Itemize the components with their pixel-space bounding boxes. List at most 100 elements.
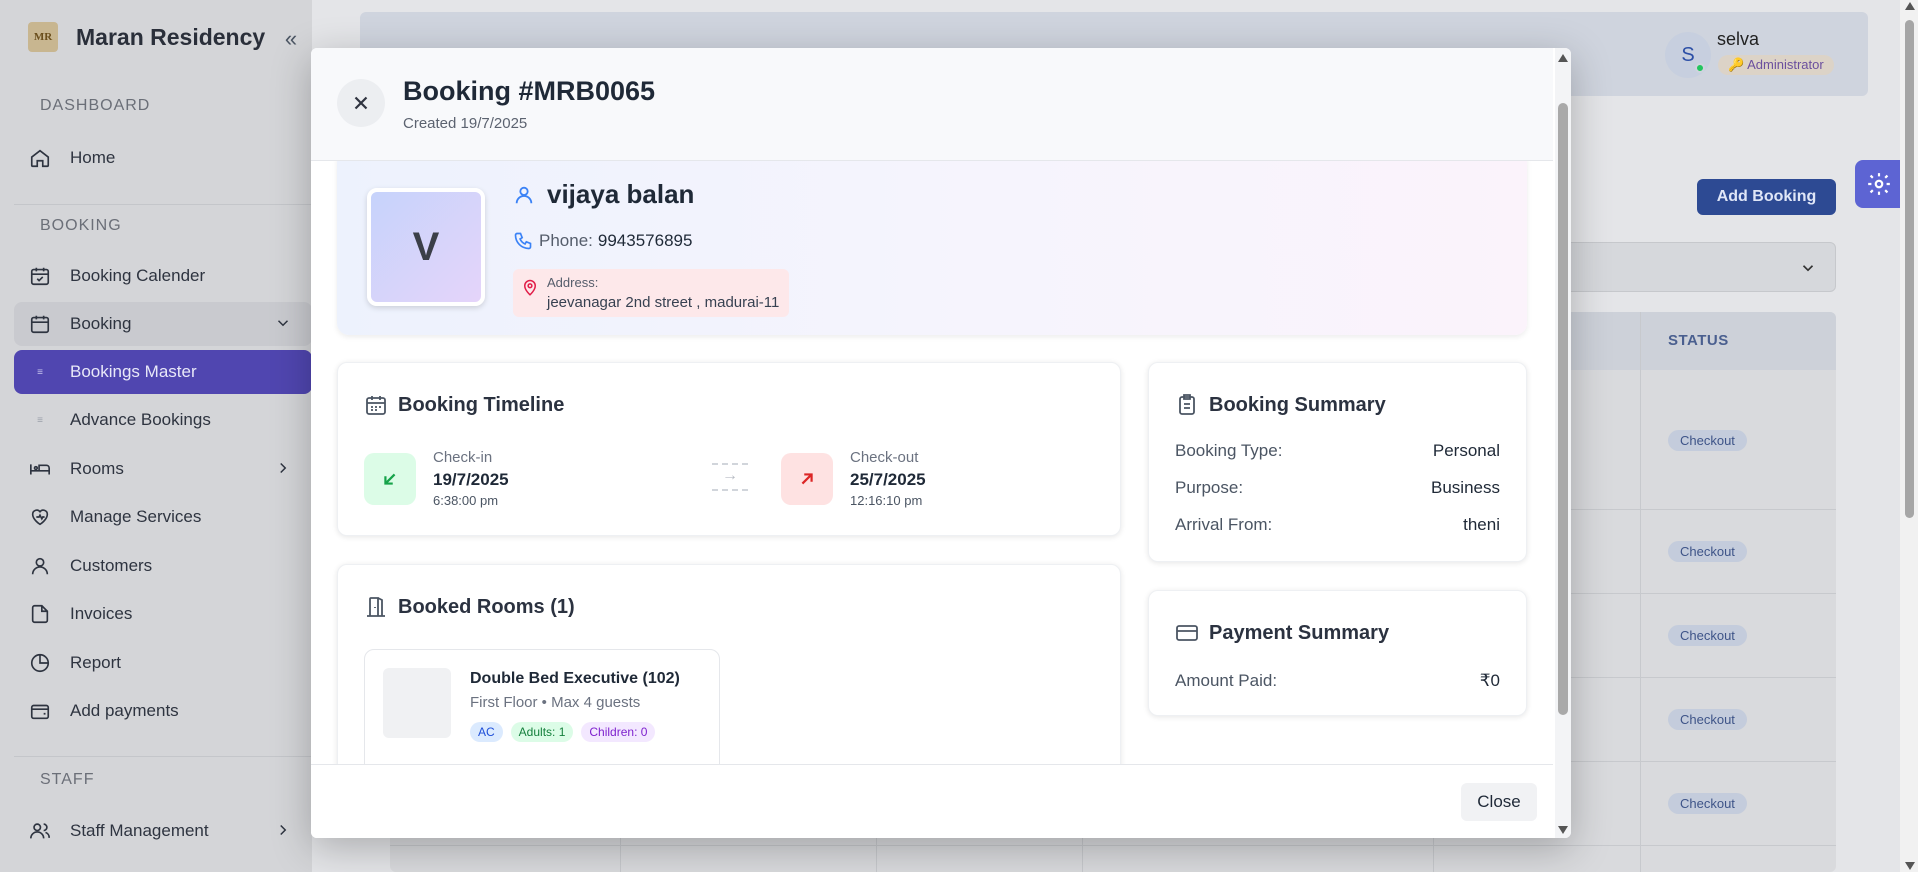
role-badge: 🔑 Administrator <box>1718 55 1834 75</box>
summary-key: Arrival From: <box>1175 515 1273 534</box>
sidebar-item-label: Report <box>70 653 122 672</box>
credit-card-icon <box>1176 625 1198 641</box>
settings-button[interactable] <box>1855 160 1903 208</box>
scrollbar-thumb[interactable] <box>1905 20 1914 518</box>
bullet-icon: ≡ <box>37 366 43 378</box>
sidebar-item-advance-bookings[interactable]: ≡ Advance Bookings <box>14 398 312 442</box>
room-meta: First Floor • Max 4 guests <box>470 694 641 711</box>
tag-ac: AC <box>470 722 503 742</box>
scrollbar-thumb[interactable] <box>1558 103 1568 715</box>
sidebar-item-booking-calender[interactable]: Booking Calender <box>14 254 312 298</box>
brand-name: Maran Residency <box>76 23 266 50</box>
guest-avatar: V <box>367 188 485 306</box>
checkin-icon <box>364 453 416 505</box>
summary-key: Booking Type: <box>1175 441 1283 460</box>
sidebar: MR Maran Residency « DASHBOARD Home BOOK… <box>0 0 312 872</box>
sidebar-item-add-payments[interactable]: Add payments <box>14 689 312 733</box>
scroll-up-icon[interactable] <box>1558 54 1568 62</box>
close-button[interactable]: Close <box>1461 783 1537 821</box>
booking-summary-card: Booking Summary Booking Type: Personal P… <box>1148 362 1527 562</box>
timeline-title: Booking Timeline <box>364 393 564 417</box>
checkout-time: 12:16:10 pm <box>850 493 923 508</box>
room-name: Double Bed Executive (102) <box>470 670 680 687</box>
tag-children: Children: 0 <box>581 722 656 742</box>
payment-summary-title-text: Payment Summary <box>1209 621 1390 644</box>
checkout-date: 25/7/2025 <box>850 470 926 489</box>
calendar-icon <box>28 312 52 336</box>
modal-scrollbar[interactable] <box>1555 48 1571 838</box>
scroll-down-icon[interactable] <box>1905 862 1915 870</box>
phone-value: 9943576895 <box>597 231 693 250</box>
wallet-icon <box>28 699 52 723</box>
checkin-label: Check-in <box>433 449 493 466</box>
scroll-down-icon[interactable] <box>1558 826 1568 834</box>
sidebar-item-staff-management[interactable]: Staff Management <box>14 809 312 853</box>
sidebar-item-report[interactable]: Report <box>14 641 312 685</box>
sidebar-item-label: Booking Calender <box>70 266 206 285</box>
column-divider <box>1640 312 1641 872</box>
sidebar-item-label: Customers <box>70 556 153 575</box>
sidebar-item-label: Home <box>70 148 116 167</box>
checkin-date: 19/7/2025 <box>433 470 509 489</box>
column-header-status[interactable]: STATUS <box>1668 332 1729 349</box>
payment-value: ₹0 <box>1479 671 1500 690</box>
rooms-title: Booked Rooms (1) <box>364 595 575 619</box>
gear-icon <box>1868 173 1890 195</box>
key-icon: 🔑 <box>1728 57 1745 72</box>
online-status-icon <box>1695 63 1705 73</box>
calendar-icon <box>28 264 52 288</box>
sidebar-item-bookings-master[interactable]: ≡ Bookings Master <box>14 350 312 394</box>
checkin-time: 6:38:00 pm <box>433 493 499 508</box>
row-divider <box>390 845 1836 846</box>
rooms-title-text: Booked Rooms (1) <box>398 595 575 618</box>
sidebar-item-label: Add payments <box>70 701 179 720</box>
scroll-up-icon[interactable] <box>1905 2 1915 10</box>
sidebar-item-label: Staff Management <box>70 821 209 840</box>
sidebar-item-label: Manage Services <box>70 507 202 526</box>
timeline-title-text: Booking Timeline <box>398 393 565 416</box>
status-badge: Checkout <box>1668 430 1747 451</box>
page-scrollbar[interactable] <box>1900 0 1918 872</box>
summary-row-purpose: Purpose: Business <box>1175 478 1500 498</box>
room-image-placeholder <box>383 668 451 738</box>
sidebar-item-home[interactable]: Home <box>14 136 312 180</box>
sidebar-item-manage-services[interactable]: Manage Services <box>14 495 312 539</box>
arrow-up-right-icon <box>801 473 813 485</box>
status-badge: Checkout <box>1668 709 1747 730</box>
sidebar-item-label: Booking <box>70 314 132 333</box>
calendar-icon <box>366 396 386 415</box>
sidebar-item-label: Rooms <box>70 459 124 478</box>
user-icon <box>28 554 52 578</box>
sidebar-item-invoices[interactable]: Invoices <box>14 592 312 636</box>
close-modal-button[interactable] <box>337 79 385 127</box>
close-icon <box>354 96 368 110</box>
modal-footer: Close <box>311 764 1553 838</box>
bed-icon <box>28 457 52 481</box>
add-booking-button[interactable]: Add Booking <box>1697 179 1836 215</box>
status-badge: Checkout <box>1668 541 1747 562</box>
summary-row-arrival-from: Arrival From: theni <box>1175 515 1500 535</box>
phone-label: Phone: <box>539 231 593 250</box>
summary-value: theni <box>1463 515 1500 534</box>
brand-logo: MR <box>28 22 58 52</box>
brand[interactable]: MR Maran Residency <box>28 22 265 52</box>
guest-card: V vijaya balan Phone: 9943576895 Address… <box>337 161 1527 335</box>
address-box: Address: jeevanagar 2nd street , madurai… <box>513 269 790 317</box>
payment-summary-card: Payment Summary Amount Paid: ₹0 <box>1148 590 1527 716</box>
address-value: jeevanagar 2nd street , madurai-11 <box>547 294 780 311</box>
guest-name: vijaya balan <box>547 179 695 209</box>
sidebar-item-booking[interactable]: Booking <box>14 302 312 346</box>
door-icon <box>367 597 385 617</box>
sidebar-item-rooms[interactable]: Rooms <box>14 447 312 491</box>
collapse-sidebar-icon[interactable]: « <box>278 26 304 52</box>
sidebar-item-customers[interactable]: Customers <box>14 544 312 588</box>
avatar[interactable]: S <box>1665 32 1711 78</box>
divider <box>14 756 312 757</box>
payment-summary-title: Payment Summary <box>1175 621 1389 645</box>
modal-header: Booking #MRB0065 Created 19/7/2025 <box>311 48 1553 161</box>
booked-rooms-card: Booked Rooms (1) Double Bed Executive (1… <box>337 564 1121 764</box>
room-card[interactable]: Double Bed Executive (102) First Floor •… <box>364 649 720 764</box>
role-label: Administrator <box>1747 57 1824 72</box>
summary-value: Business <box>1431 478 1500 497</box>
section-label-staff: STAFF <box>40 771 95 788</box>
